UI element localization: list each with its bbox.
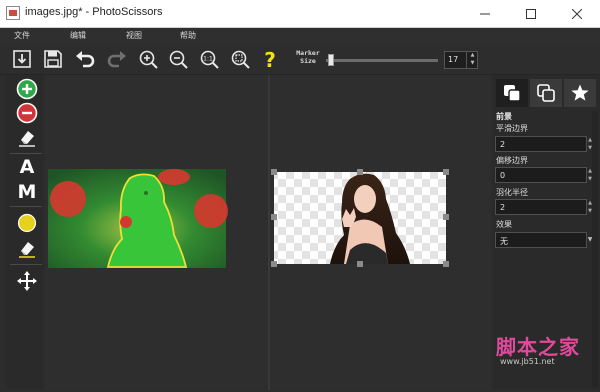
offset-edge-value: 0: [500, 171, 506, 180]
smooth-edge-input[interactable]: 2: [495, 136, 587, 152]
app-icon: [6, 6, 20, 20]
watermark-brand: 脚本之家: [496, 335, 580, 359]
crop-handle[interactable]: [271, 261, 277, 267]
marker-size-slider-track[interactable]: [326, 59, 438, 62]
crop-handle[interactable]: [271, 169, 277, 175]
crop-handle[interactable]: [443, 214, 449, 220]
section-title: 前景: [496, 112, 512, 121]
tab-effects[interactable]: [564, 79, 596, 107]
crop-handle[interactable]: [271, 214, 277, 220]
minimize-button[interactable]: [462, 0, 508, 28]
save-icon: [44, 50, 62, 68]
eraser-button[interactable]: [15, 125, 39, 149]
watermark: 脚本之家 www.jb51.net: [494, 331, 594, 373]
keep-marker-button[interactable]: [15, 77, 39, 101]
open-image-button[interactable]: [11, 48, 33, 70]
maximize-button[interactable]: [508, 0, 554, 28]
result-canvas[interactable]: [270, 75, 490, 390]
redo-icon: [107, 51, 126, 68]
crop-handle[interactable]: [443, 169, 449, 175]
tool-separator: [10, 264, 42, 265]
window-title: images.jpg* - PhotoScissors: [25, 6, 163, 18]
effect-label: 效果: [496, 220, 512, 229]
settings-tabs: [496, 79, 596, 107]
zoom-fit-icon: [231, 50, 250, 69]
marker-label-line2: Size: [300, 57, 316, 65]
marker-size-spinner[interactable]: ▲ ▼: [466, 51, 478, 69]
smooth-edge-label: 平滑边界: [496, 124, 528, 133]
zoom-actual-size-button[interactable]: 1:1: [198, 48, 220, 70]
auto-mode-button[interactable]: A: [16, 156, 38, 178]
hair-marker-button[interactable]: [15, 211, 39, 235]
watermark-url: www.jb51.net: [500, 357, 555, 366]
source-image-with-markers[interactable]: [46, 75, 268, 390]
feather-radius-value: 2: [500, 203, 506, 212]
zoom-in-button[interactable]: [137, 48, 159, 70]
marker-size-value: 17: [448, 55, 459, 64]
feather-radius-input[interactable]: 2: [495, 199, 587, 215]
help-button[interactable]: ?: [259, 48, 281, 72]
hair-eraser-icon: [19, 242, 35, 258]
source-canvas[interactable]: [46, 75, 268, 390]
open-image-icon: [13, 50, 31, 68]
svg-text:?: ?: [264, 48, 276, 70]
remove-marker-button[interactable]: [15, 101, 39, 125]
smooth-edge-value: 2: [500, 140, 506, 149]
offset-edge-label: 偏移边界: [496, 156, 528, 165]
photoscissors-window: images.jpg* - PhotoScissors 文件 编辑 视图 帮助: [0, 0, 600, 392]
spin-down-icon[interactable]: ▼: [467, 59, 478, 67]
keep-marker-icon: [16, 78, 38, 100]
close-icon: [572, 9, 582, 19]
redo-button[interactable]: [106, 48, 128, 70]
help-icon: ?: [264, 48, 276, 72]
tool-panel: A M: [6, 75, 44, 390]
zoom-in-icon: [139, 50, 158, 69]
menu-help[interactable]: 帮助: [180, 30, 196, 41]
menu-edit[interactable]: 编辑: [70, 30, 86, 41]
save-button[interactable]: [42, 48, 64, 70]
foreground-tab-icon: [537, 84, 555, 102]
close-button[interactable]: [554, 0, 600, 28]
zoom-fit-button[interactable]: [229, 48, 251, 70]
feather-radius-label: 羽化半径: [496, 188, 528, 197]
undo-button[interactable]: [74, 48, 96, 70]
hair-marker-icon: [17, 213, 37, 233]
minimize-icon: [480, 13, 490, 15]
star-icon: [571, 84, 589, 101]
hair-eraser-button[interactable]: [15, 236, 39, 260]
title-bar: images.jpg* - PhotoScissors: [0, 0, 600, 28]
maximize-icon: [526, 9, 536, 19]
menu-file[interactable]: 文件: [14, 30, 30, 41]
marker-label-line1: Marker: [296, 49, 320, 57]
remove-marker-icon: [16, 102, 38, 124]
tab-background[interactable]: [496, 79, 528, 107]
manual-mode-button[interactable]: M: [16, 181, 38, 203]
spin-up-icon[interactable]: ▲: [467, 51, 478, 59]
tool-separator: [10, 206, 42, 207]
undo-icon: [76, 51, 95, 68]
crop-handle[interactable]: [357, 169, 363, 175]
background-tab-icon: [504, 85, 521, 102]
zoom-actual-size-icon: 1:1: [200, 50, 219, 69]
zoom-out-icon: [169, 50, 188, 69]
menu-bar: 文件 编辑 视图 帮助: [0, 28, 600, 43]
tool-separator: [10, 153, 42, 154]
tab-foreground[interactable]: [530, 79, 562, 107]
crop-handle[interactable]: [443, 261, 449, 267]
marker-size-label: Marker Size: [292, 49, 324, 65]
result-image[interactable]: [270, 75, 490, 390]
menu-view[interactable]: 视图: [126, 30, 142, 41]
pan-button[interactable]: [15, 269, 39, 293]
effect-select[interactable]: 无: [495, 232, 587, 248]
crop-handle[interactable]: [357, 261, 363, 267]
marker-size-slider-handle[interactable]: [328, 54, 335, 66]
effect-value: 无: [500, 237, 508, 246]
pan-icon: [17, 271, 37, 291]
zoom-out-button[interactable]: [167, 48, 189, 70]
offset-edge-input[interactable]: 0: [495, 167, 587, 183]
svg-text:1:1: 1:1: [203, 56, 213, 63]
eraser-icon: [19, 131, 35, 147]
